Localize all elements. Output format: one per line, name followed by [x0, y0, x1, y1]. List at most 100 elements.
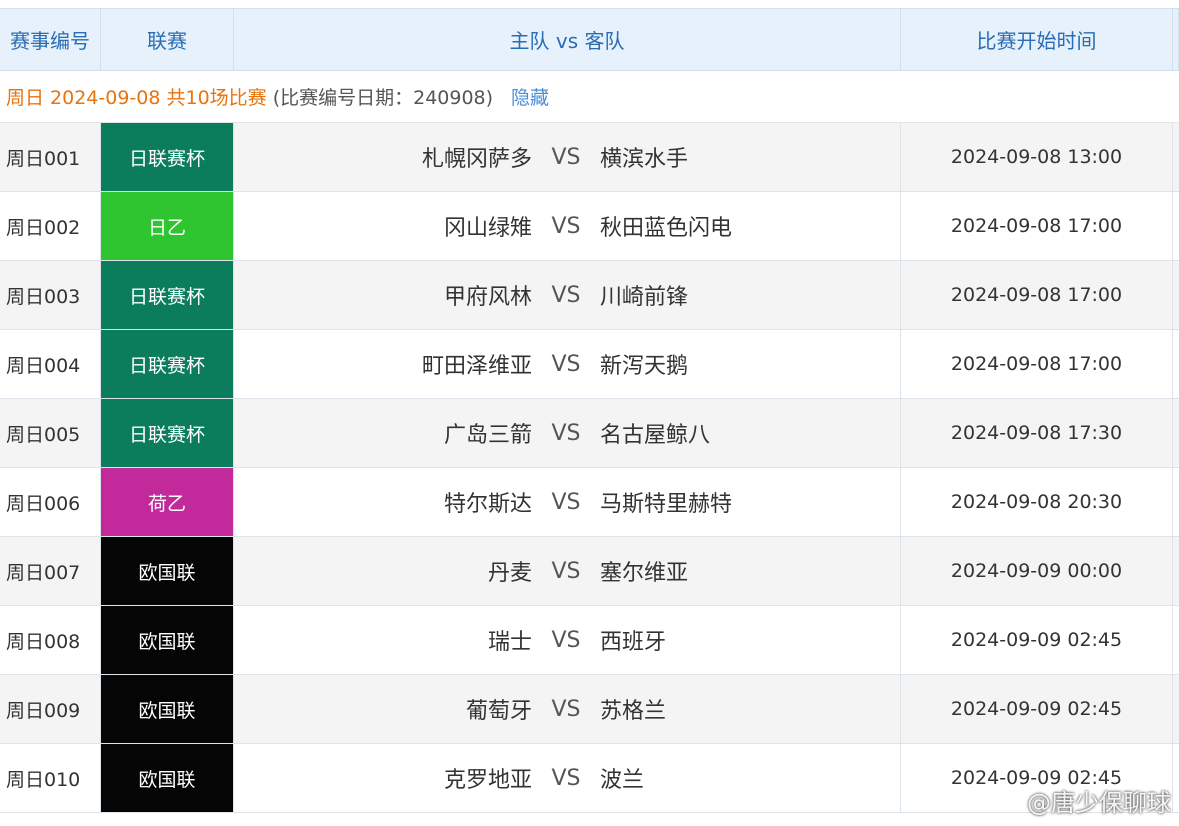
away-team: 西班牙 — [600, 630, 667, 655]
home-team: 丹麦 — [487, 561, 532, 586]
start-time: 2024-09-08 17:00 — [901, 330, 1173, 398]
home-team: 町田泽维亚 — [421, 354, 532, 379]
match-teams: 丹麦 VS 塞尔维亚 — [234, 537, 901, 605]
hide-link[interactable]: 隐藏 — [511, 83, 549, 110]
match-id: 周日009 — [0, 675, 101, 743]
header-match-id: 赛事编号 — [0, 9, 101, 70]
home-team: 广岛三箭 — [443, 423, 532, 448]
home-team: 克罗地亚 — [443, 768, 532, 793]
match-teams: 克罗地亚 VS 波兰 — [234, 744, 901, 812]
row-spacer — [1173, 468, 1179, 536]
league-badge: 荷乙 — [101, 468, 234, 536]
match-list: 周日001 日联赛杯 札幌冈萨多 VS 横滨水手 2024-09-08 13:00 周日00… — [0, 123, 1179, 813]
match-teams: 特尔斯达 VS 马斯特里赫特 — [234, 468, 901, 536]
start-time: 2024-09-08 20:30 — [901, 468, 1173, 536]
header-teams: 主队 vs 客队 — [234, 9, 901, 70]
match-teams: 町田泽维亚 VS 新泻天鹅 — [234, 330, 901, 398]
away-team: 波兰 — [600, 768, 645, 793]
match-id: 周日008 — [0, 606, 101, 674]
table-row: 周日004 日联赛杯 町田泽维亚 VS 新泻天鹅 2024-09-08 17:00 — [0, 330, 1179, 399]
match-id: 周日006 — [0, 468, 101, 536]
vs-label: VS — [551, 351, 581, 377]
row-spacer — [1173, 192, 1179, 260]
row-spacer — [1173, 606, 1179, 674]
league-badge: 欧国联 — [101, 744, 234, 812]
home-team: 札幌冈萨多 — [421, 147, 532, 172]
away-team: 川崎前锋 — [600, 285, 689, 310]
vs-label: VS — [551, 696, 581, 722]
away-team: 横滨水手 — [600, 147, 689, 172]
vs-label: VS — [551, 282, 581, 308]
match-teams: 广岛三箭 VS 名古屋鲸八 — [234, 399, 901, 467]
row-spacer — [1173, 537, 1179, 605]
vs-label: VS — [551, 420, 581, 446]
date-code-note: (比赛编号日期：240908) — [272, 86, 494, 109]
table-row: 周日001 日联赛杯 札幌冈萨多 VS 横滨水手 2024-09-08 13:00 — [0, 123, 1179, 192]
header-league: 联赛 — [101, 9, 234, 70]
start-time: 2024-09-09 02:45 — [901, 606, 1173, 674]
match-teams: 冈山绿雉 VS 秋田蓝色闪电 — [234, 192, 901, 260]
away-team: 秋田蓝色闪电 — [600, 216, 733, 241]
away-team: 马斯特里赫特 — [600, 492, 733, 517]
league-badge: 日乙 — [101, 192, 234, 260]
row-spacer — [1173, 330, 1179, 398]
watermark-text: @唐少保聊球 — [1027, 789, 1171, 817]
row-spacer — [1173, 123, 1179, 191]
start-time: 2024-09-08 17:30 — [901, 399, 1173, 467]
league-badge: 欧国联 — [101, 537, 234, 605]
league-badge: 日联赛杯 — [101, 123, 234, 191]
start-time: 2024-09-09 00:00 — [901, 537, 1173, 605]
match-teams: 甲府风林 VS 川崎前锋 — [234, 261, 901, 329]
league-badge: 日联赛杯 — [101, 399, 234, 467]
start-time: 2024-09-09 02:45 — [901, 675, 1173, 743]
watermark: @唐少保聊球 — [997, 783, 1171, 818]
row-spacer — [1173, 399, 1179, 467]
away-team: 新泻天鹅 — [600, 354, 689, 379]
match-teams: 葡萄牙 VS 苏格兰 — [234, 675, 901, 743]
league-badge: 日联赛杯 — [101, 261, 234, 329]
vs-label: VS — [551, 213, 581, 239]
header-spacer — [1173, 9, 1179, 70]
league-badge: 欧国联 — [101, 675, 234, 743]
table-row: 周日003 日联赛杯 甲府风林 VS 川崎前锋 2024-09-08 17:00 — [0, 261, 1179, 330]
table-row: 周日007 欧国联 丹麦 VS 塞尔维亚 2024-09-09 00:00 — [0, 537, 1179, 606]
table-row: 周日002 日乙 冈山绿雉 VS 秋田蓝色闪电 2024-09-08 17:00 — [0, 192, 1179, 261]
match-id: 周日005 — [0, 399, 101, 467]
row-spacer — [1173, 744, 1179, 812]
date-group-header: 周日 2024-09-08 共10场比赛 (比赛编号日期：240908) 隐藏 — [0, 70, 1179, 123]
table-row: 周日009 欧国联 葡萄牙 VS 苏格兰 2024-09-09 02:45 — [0, 675, 1179, 744]
match-id: 周日010 — [0, 744, 101, 812]
table-header: 赛事编号 联赛 主队 vs 客队 比赛开始时间 — [0, 8, 1179, 71]
home-team: 葡萄牙 — [465, 699, 532, 724]
match-teams: 札幌冈萨多 VS 横滨水手 — [234, 123, 901, 191]
home-team: 特尔斯达 — [443, 492, 532, 517]
row-spacer — [1173, 261, 1179, 329]
home-team: 瑞士 — [487, 630, 532, 655]
table-row: 周日006 荷乙 特尔斯达 VS 马斯特里赫特 2024-09-08 20:30 — [0, 468, 1179, 537]
header-start-time: 比赛开始时间 — [901, 9, 1173, 70]
match-id: 周日001 — [0, 123, 101, 191]
start-time: 2024-09-08 17:00 — [901, 192, 1173, 260]
match-id: 周日003 — [0, 261, 101, 329]
league-badge: 日联赛杯 — [101, 330, 234, 398]
away-team: 名古屋鲸八 — [600, 423, 711, 448]
start-time: 2024-09-08 17:00 — [901, 261, 1173, 329]
table-row: 周日008 欧国联 瑞士 VS 西班牙 2024-09-09 02:45 — [0, 606, 1179, 675]
match-id: 周日002 — [0, 192, 101, 260]
match-teams: 瑞士 VS 西班牙 — [234, 606, 901, 674]
match-id: 周日007 — [0, 537, 101, 605]
vs-label: VS — [551, 489, 581, 515]
date-summary: 周日 2024-09-08 共10场比赛 — [6, 86, 267, 109]
league-badge: 欧国联 — [101, 606, 234, 674]
row-spacer — [1173, 675, 1179, 743]
vs-label: VS — [551, 765, 581, 791]
vs-label: VS — [551, 627, 581, 653]
start-time: 2024-09-08 13:00 — [901, 123, 1173, 191]
away-team: 苏格兰 — [600, 699, 667, 724]
home-team: 甲府风林 — [443, 285, 532, 310]
weibo-icon — [997, 791, 1022, 812]
vs-label: VS — [551, 144, 581, 170]
home-team: 冈山绿雉 — [443, 216, 532, 241]
away-team: 塞尔维亚 — [600, 561, 689, 586]
match-id: 周日004 — [0, 330, 101, 398]
